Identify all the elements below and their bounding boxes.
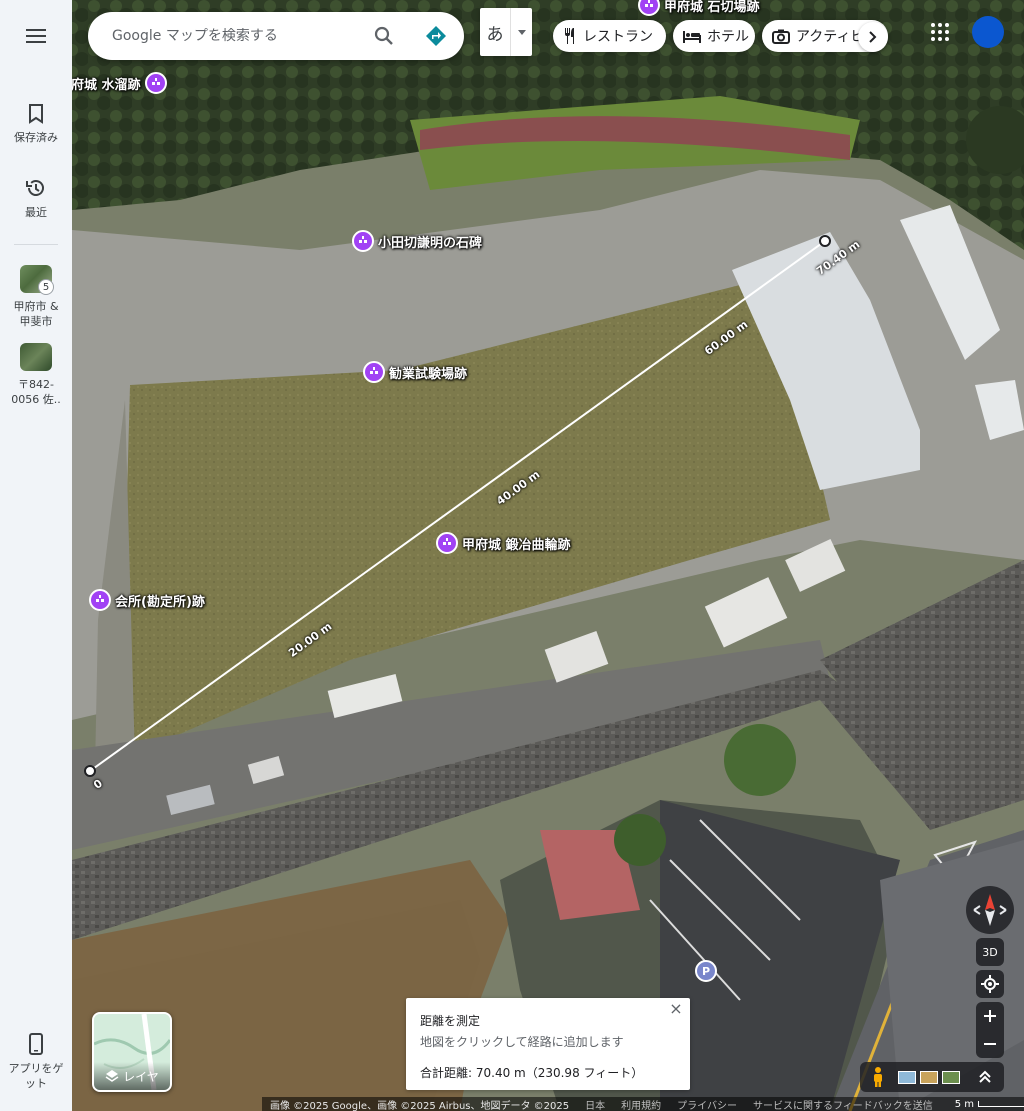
phone-icon — [29, 1033, 43, 1055]
measure-total-distance: 合計距離: 70.40 m（230.98 フィート） — [420, 1066, 644, 1080]
chip-label: アクティビ — [796, 29, 865, 45]
chip-restaurants[interactable]: レストラン — [553, 20, 666, 52]
recent-count-badge: 5 — [38, 279, 54, 295]
hamburger-icon — [26, 29, 46, 43]
measure-card-hint: 地図をクリックして経路に追加します — [420, 1035, 624, 1049]
landmark-pin-icon — [89, 589, 111, 611]
menu-button[interactable] — [0, 24, 72, 48]
measure-end-point[interactable] — [819, 235, 831, 247]
satellite-map[interactable] — [72, 0, 1024, 1111]
minus-icon — [984, 1043, 996, 1045]
zoom-in-button[interactable] — [976, 1002, 1004, 1030]
chips-next-button[interactable] — [858, 22, 888, 52]
zoom-out-button[interactable] — [976, 1030, 1004, 1058]
input-method-label: あ — [486, 24, 504, 45]
pegman-icon[interactable] — [868, 1066, 888, 1088]
landmark-pin-icon — [436, 532, 458, 554]
recent-label: 最近 — [25, 206, 47, 219]
poi-kangyo[interactable]: 勧業試験場跡 — [363, 361, 467, 383]
bed-icon — [683, 31, 701, 43]
get-app-button[interactable]: アプリをゲット — [0, 1033, 72, 1091]
poi-kajikuruwa[interactable]: 甲府城 鍛冶曲輪跡 — [436, 532, 571, 554]
poi-ishikiri[interactable]: 甲府城 石切場跡 — [638, 0, 760, 16]
attribution-bar: 画像 ©2025 Google、画像 ©2025 Airbus、地図データ ©2… — [262, 1097, 1024, 1111]
landmark-pin-icon — [363, 361, 385, 383]
attribution-link-terms[interactable]: 利用規約 — [621, 1097, 661, 1111]
recent-thumbnail — [20, 343, 52, 371]
recent-item-kofu[interactable]: 5 甲府市 & 甲斐市 — [0, 265, 72, 329]
poi-mizutamari[interactable]: 甲府城 水溜跡 — [58, 72, 167, 94]
apps-grid-icon[interactable] — [928, 20, 952, 44]
input-method-selector[interactable]: あ — [480, 8, 532, 56]
search-input[interactable] — [112, 28, 362, 44]
poi-odagiri[interactable]: 小田切謙明の石碑 — [352, 230, 482, 252]
landmark-pin-icon — [144, 72, 167, 94]
compass-icon — [973, 894, 1007, 926]
compass-button[interactable] — [966, 886, 1014, 934]
3d-toggle-button[interactable]: 3D — [976, 938, 1004, 966]
attribution-link-japan[interactable]: 日本 — [585, 1097, 605, 1111]
poi-label: 甲府城 鍛冶曲輪跡 — [462, 537, 571, 553]
rail-divider — [14, 244, 58, 245]
recent-thumbnail: 5 — [20, 265, 54, 295]
imagery-thumbnails[interactable] — [898, 1070, 964, 1084]
left-rail: 保存済み 最近 5 甲府市 & 甲斐市 〒842-0056 佐.. アプリをゲッ… — [0, 0, 72, 1111]
scale-ruler — [978, 1101, 1024, 1107]
recent-item-label: 甲府市 & 甲斐市 — [13, 300, 59, 328]
attribution-link-privacy[interactable]: プライバシー — [677, 1097, 737, 1111]
street-view-bar — [860, 1062, 1004, 1092]
camera-icon — [772, 29, 790, 44]
parking-icon[interactable]: P — [695, 960, 717, 982]
account-avatar[interactable] — [972, 16, 1004, 48]
chevron-down-icon[interactable] — [510, 8, 532, 56]
restaurant-icon — [565, 28, 574, 44]
scale-label: 5 m — [954, 1098, 975, 1110]
chip-label: ホテル — [707, 29, 749, 45]
recent-button[interactable]: 最近 — [0, 177, 72, 220]
layers-button[interactable]: レイヤ — [92, 1012, 172, 1092]
landmark-pin-icon — [638, 0, 660, 16]
search-icon[interactable] — [372, 24, 396, 48]
attribution-link-feedback[interactable]: サービスに関するフィードバックを送信 — [753, 1097, 933, 1111]
chip-hotels[interactable]: ホテル — [673, 20, 755, 52]
zoom-control — [976, 1002, 1004, 1058]
expand-up-icon[interactable] — [978, 1070, 992, 1084]
recent-item-saga[interactable]: 〒842-0056 佐.. — [0, 343, 72, 407]
plus-icon — [984, 1010, 996, 1022]
close-icon[interactable]: × — [668, 1001, 684, 1018]
recent-item-label: 〒842-0056 佐.. — [11, 378, 61, 406]
my-location-button[interactable] — [976, 970, 1004, 998]
poi-label: 小田切謙明の石碑 — [378, 235, 483, 251]
measure-card-title: 距離を測定 — [420, 1014, 481, 1028]
imagery-thumb-trees[interactable] — [942, 1070, 960, 1084]
measure-start-point[interactable] — [84, 765, 96, 777]
saved-button[interactable]: 保存済み — [0, 104, 72, 145]
layers-icon — [105, 1070, 119, 1082]
measure-path[interactable] — [72, 0, 1024, 1111]
history-icon — [26, 180, 44, 196]
directions-icon[interactable] — [424, 24, 448, 48]
measure-line[interactable] — [89, 240, 826, 772]
imagery-thumb-sky[interactable] — [898, 1070, 916, 1084]
bookmark-icon — [29, 104, 43, 124]
search-box — [88, 12, 464, 60]
saved-label: 保存済み — [14, 131, 58, 144]
poi-label: 甲府城 石切場跡 — [664, 0, 760, 15]
chevron-right-icon — [869, 31, 877, 43]
imagery-thumb-field[interactable] — [920, 1070, 938, 1084]
poi-label: 勧業試験場跡 — [389, 366, 468, 382]
measure-distance-card: × 距離を測定 地図をクリックして経路に追加します 合計距離: 70.40 m（… — [406, 998, 690, 1090]
poi-kaisho[interactable]: 会所(勘定所)跡 — [89, 589, 205, 611]
landmark-pin-icon — [352, 230, 374, 252]
get-app-label: アプリをゲット — [8, 1062, 64, 1090]
poi-label: 会所(勘定所)跡 — [115, 594, 205, 610]
chip-label: レストラン — [583, 29, 653, 45]
location-target-icon — [981, 975, 999, 993]
layers-label-bar: レイヤ — [94, 1062, 170, 1090]
imagery-credit: 画像 ©2025 Google、画像 ©2025 Airbus、地図データ ©2… — [270, 1100, 570, 1111]
layers-label: レイヤ — [123, 1069, 159, 1084]
scale-bar[interactable]: 5 m — [955, 1099, 1024, 1110]
